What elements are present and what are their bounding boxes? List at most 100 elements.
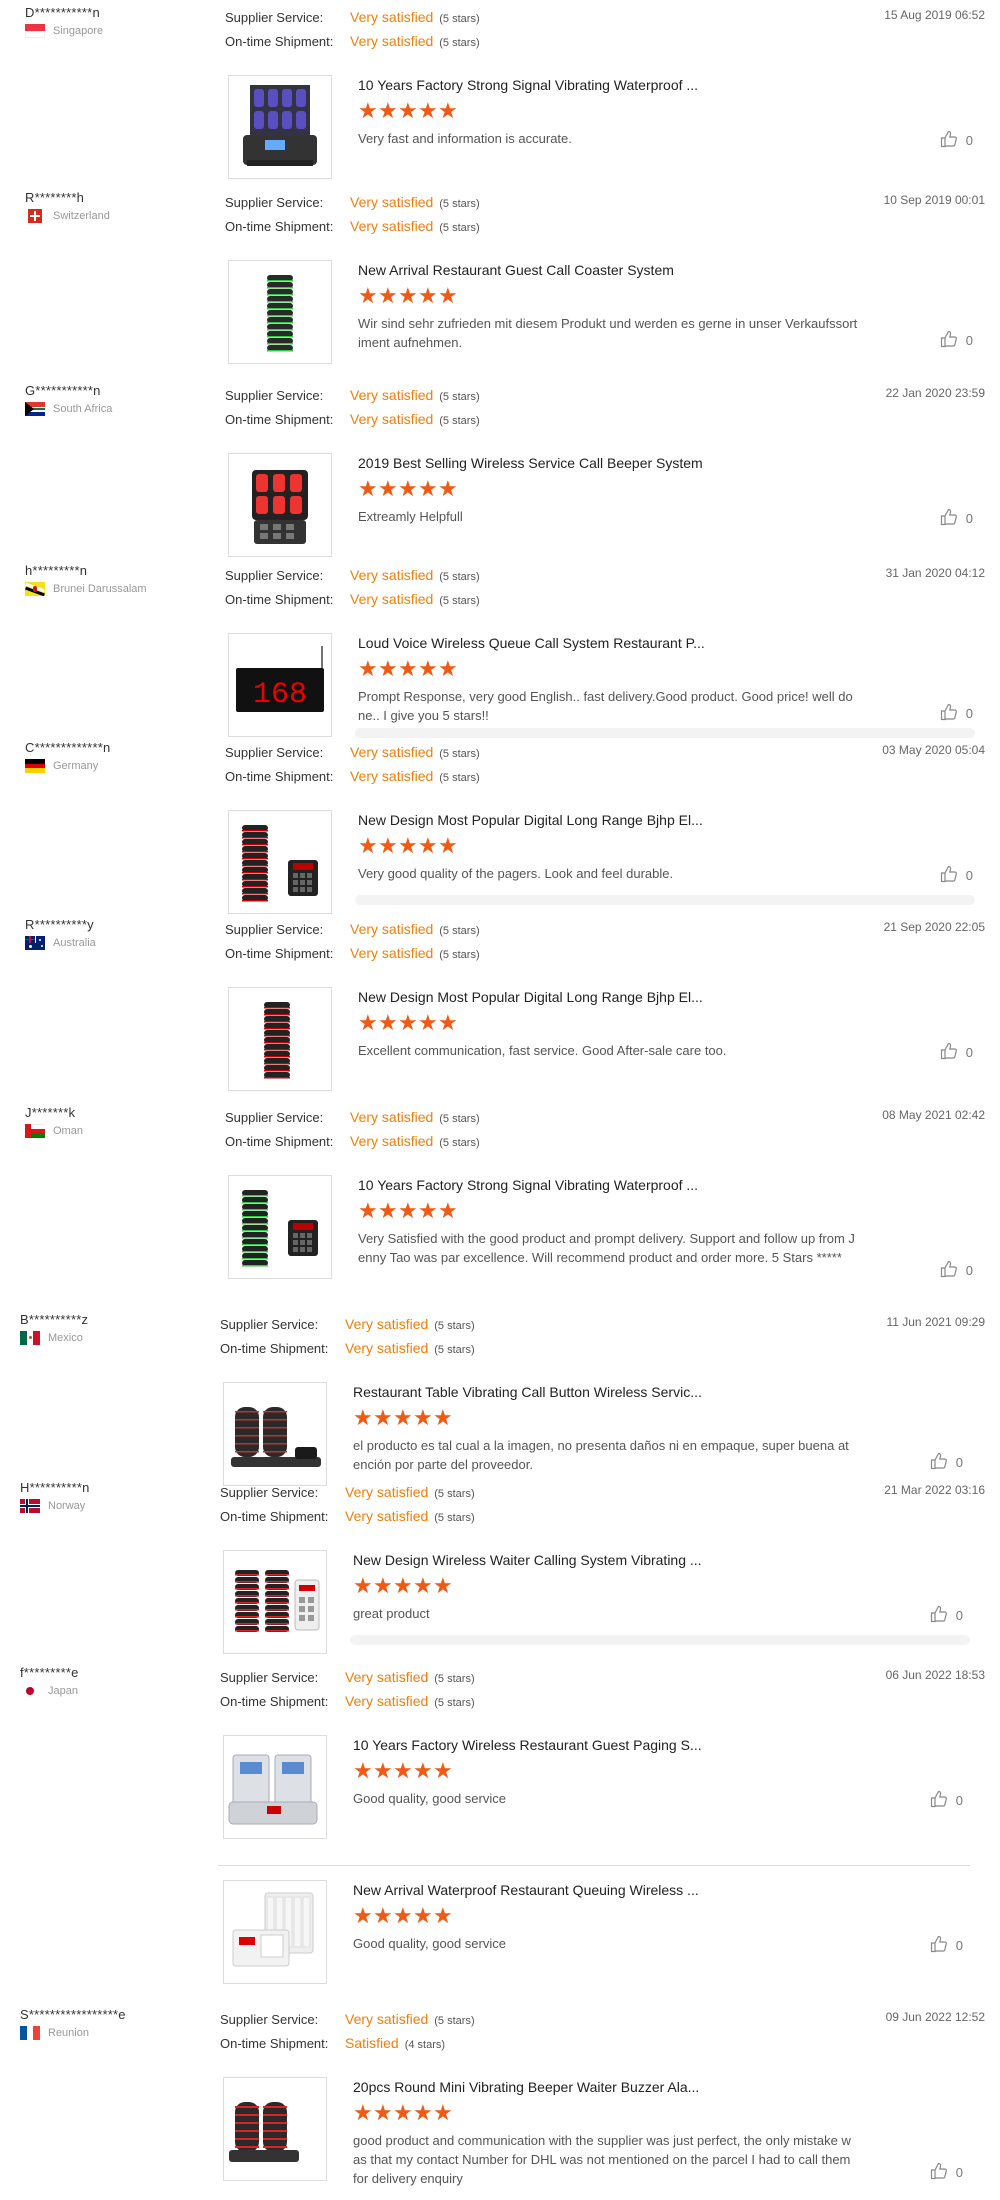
supplier-service-rating: Supplier Service: Very satisfied (5 stars) xyxy=(225,383,480,407)
helpful-count: 0 xyxy=(965,868,973,883)
product-title-link[interactable]: 10 Years Factory Strong Signal Vibrating… xyxy=(358,75,858,95)
review-text: Very Satisfied with the good product and… xyxy=(358,1231,855,1265)
ontime-shipment-value: Very satisfied xyxy=(350,411,434,427)
star-icon: ★ xyxy=(393,1903,413,1928)
supplier-service-stars: (5 stars) xyxy=(439,391,480,403)
product-title-link[interactable]: 10 Years Factory Wireless Restaurant Gue… xyxy=(353,1735,853,1755)
product-star-rating: ★ ★ ★ ★ ★ xyxy=(358,1012,858,1035)
supplier-service-rating: Supplier Service: Very satisfied (5 stars) xyxy=(220,1665,475,1689)
helpful-button[interactable]: 0 xyxy=(930,1935,963,1956)
buyer-name: B**********z xyxy=(20,1312,89,1327)
helpful-button[interactable]: 0 xyxy=(940,865,973,886)
product-thumbnail[interactable] xyxy=(228,987,332,1091)
thumbs-up-icon xyxy=(940,1042,966,1063)
review-date: 21 Mar 2022 03:16 xyxy=(884,1483,985,1497)
product-thumbnail[interactable] xyxy=(228,810,332,914)
product-title-link[interactable]: 2019 Best Selling Wireless Service Call … xyxy=(358,453,858,473)
product-thumbnail[interactable] xyxy=(228,260,332,364)
product-thumbnail[interactable] xyxy=(223,1735,327,1839)
product-thumbnail[interactable]: 168 xyxy=(228,633,332,737)
product-thumbnail[interactable] xyxy=(228,75,332,179)
product-title-link[interactable]: New Arrival Waterproof Restaurant Queuin… xyxy=(353,1880,853,1900)
star-icon: ★ xyxy=(373,1573,393,1598)
star-icon: ★ xyxy=(438,98,458,123)
helpful-button[interactable]: 0 xyxy=(940,703,973,724)
review-ratings: Supplier Service: Very satisfied (5 stars)… xyxy=(225,563,480,611)
supplier-service-stars: (5 stars) xyxy=(439,748,480,760)
supplier-service-label: Supplier Service: xyxy=(220,2012,319,2027)
country-name: Japan xyxy=(48,1685,78,1697)
ontime-shipment-value: Very satisfied xyxy=(345,1693,429,1709)
buyer-name: J*******k xyxy=(25,1105,76,1120)
star-icon: ★ xyxy=(398,656,418,681)
product-thumbnail[interactable] xyxy=(223,1382,327,1486)
thumbs-up-icon xyxy=(940,130,966,151)
product-star-rating: ★ ★ ★ ★ ★ xyxy=(353,1573,853,1598)
product-title-link[interactable]: New Design Wireless Waiter Calling Syste… xyxy=(353,1550,853,1570)
helpful-button[interactable]: 0 xyxy=(930,2162,963,2183)
helpful-button[interactable]: 0 xyxy=(930,1605,963,1626)
star-icon: ★ xyxy=(378,98,398,123)
supplier-service-rating: Supplier Service: Very satisfied (5 stars) xyxy=(225,917,480,941)
ontime-shipment-label: On-time Shipment: xyxy=(225,946,334,961)
helpful-count: 0 xyxy=(965,511,973,526)
queue-display-digits: 168 xyxy=(253,678,307,712)
helpful-button[interactable]: 0 xyxy=(930,1790,963,1811)
helpful-button[interactable]: 0 xyxy=(940,508,973,529)
product-title-link[interactable]: Restaurant Table Vibrating Call Button W… xyxy=(353,1382,853,1402)
review-date: 31 Jan 2020 04:12 xyxy=(885,566,985,580)
product-thumbnail[interactable] xyxy=(223,1550,327,1654)
star-icon: ★ xyxy=(438,476,458,501)
product-title-link[interactable]: New Design Most Popular Digital Long Ran… xyxy=(358,810,858,830)
product-star-rating: ★ ★ ★ ★ ★ xyxy=(358,835,858,858)
star-icon: ★ xyxy=(398,1198,418,1223)
ontime-shipment-value: Satisfied xyxy=(345,2035,399,2051)
product-title-link[interactable]: 10 Years Factory Strong Signal Vibrating… xyxy=(358,1175,858,1195)
supplier-service-value: Very satisfied xyxy=(350,387,434,403)
review-date: 22 Jan 2020 23:59 xyxy=(885,386,985,400)
product-title-link[interactable]: New Design Most Popular Digital Long Ran… xyxy=(358,987,858,1007)
thumbs-up-icon xyxy=(930,1605,956,1626)
product-thumbnail[interactable] xyxy=(223,1880,327,1984)
supplier-service-label: Supplier Service: xyxy=(220,1485,319,1500)
supplier-service-rating: Supplier Service: Very satisfied (5 stars) xyxy=(220,1480,475,1504)
helpful-button[interactable]: 0 xyxy=(930,1452,963,1473)
review-ratings: Supplier Service: Very satisfied (5 stars)… xyxy=(225,917,480,965)
country-flag-icon xyxy=(20,2026,40,2040)
product-thumbnail[interactable] xyxy=(223,2077,327,2181)
ontime-shipment-stars: (5 stars) xyxy=(439,772,480,784)
helpful-button[interactable]: 0 xyxy=(940,130,973,151)
buyer-info: R**********y Australia xyxy=(25,917,225,950)
buyer-info: S*****************e Reunion xyxy=(20,2007,220,2040)
review-ratings: Supplier Service: Very satisfied (5 stars)… xyxy=(225,740,480,788)
review-text: Good quality, good service xyxy=(353,1936,506,1951)
buyer-info: J*******k Oman xyxy=(25,1105,225,1138)
star-icon: ★ xyxy=(398,476,418,501)
section-divider xyxy=(355,895,975,905)
helpful-button[interactable]: 0 xyxy=(940,1042,973,1063)
country-flag-icon xyxy=(25,24,45,38)
supplier-service-stars: (5 stars) xyxy=(439,13,480,25)
buyer-name: R********h xyxy=(25,190,85,205)
star-icon: ★ xyxy=(378,656,398,681)
helpful-button[interactable]: 0 xyxy=(940,1260,973,1281)
supplier-service-stars: (5 stars) xyxy=(434,1673,475,1685)
ontime-shipment-stars: (5 stars) xyxy=(434,1344,475,1356)
thumbs-up-icon xyxy=(930,2162,956,2183)
review-ratings: Supplier Service: Very satisfied (5 stars)… xyxy=(220,1480,475,1528)
star-icon: ★ xyxy=(413,1405,433,1430)
country-name: Norway xyxy=(48,1500,86,1512)
ontime-shipment-value: Very satisfied xyxy=(350,768,434,784)
product-thumbnail[interactable] xyxy=(228,453,332,557)
product-title-link[interactable]: Loud Voice Wireless Queue Call System Re… xyxy=(358,633,858,653)
helpful-count: 0 xyxy=(965,133,973,148)
product-title-link[interactable]: 20pcs Round Mini Vibrating Beeper Waiter… xyxy=(353,2077,853,2097)
ontime-shipment-value: Very satisfied xyxy=(350,218,434,234)
star-icon: ★ xyxy=(418,1198,438,1223)
helpful-button[interactable]: 0 xyxy=(940,330,973,351)
ontime-shipment-label: On-time Shipment: xyxy=(225,219,334,234)
review-date: 11 Jun 2021 09:29 xyxy=(886,1315,985,1329)
product-thumbnail[interactable] xyxy=(228,1175,332,1279)
supplier-service-value: Very satisfied xyxy=(345,1484,429,1500)
product-title-link[interactable]: New Arrival Restaurant Guest Call Coaste… xyxy=(358,260,858,280)
